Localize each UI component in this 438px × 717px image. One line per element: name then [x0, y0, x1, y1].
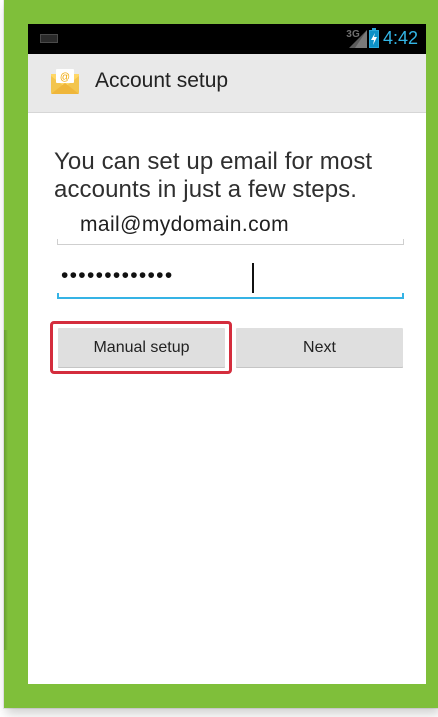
setup-content: You can set up email for most accounts i…: [28, 113, 426, 684]
email-envelope-icon[interactable]: @: [50, 68, 80, 96]
email-value: mail@mydomain.com: [80, 213, 289, 236]
phone-screen: 3G 4:42 @ Account setup You can set up e…: [28, 24, 426, 684]
keyboard-icon: [40, 34, 58, 43]
next-button[interactable]: Next: [236, 328, 403, 368]
charging-icon: [371, 33, 377, 45]
intro-text: You can set up email for most accounts i…: [54, 148, 373, 203]
signal-icon: [349, 30, 367, 48]
manual-setup-button[interactable]: Manual setup: [58, 328, 225, 368]
password-field[interactable]: •••••••••••••: [57, 263, 404, 299]
frame-shadow: [4, 330, 8, 650]
status-bar: 3G 4:42: [28, 24, 426, 54]
page-title: Account setup: [95, 69, 229, 92]
password-mask: •••••••••••••: [61, 264, 174, 287]
action-bar: @ Account setup: [28, 54, 426, 113]
device-frame: 3G 4:42 @ Account setup You can set up e…: [4, 0, 438, 708]
text-cursor: [252, 263, 254, 293]
svg-text:@: @: [60, 72, 70, 83]
battery-icon: [369, 28, 379, 48]
status-time: 4:42: [382, 28, 418, 48]
email-field[interactable]: mail@mydomain.com: [57, 209, 404, 245]
